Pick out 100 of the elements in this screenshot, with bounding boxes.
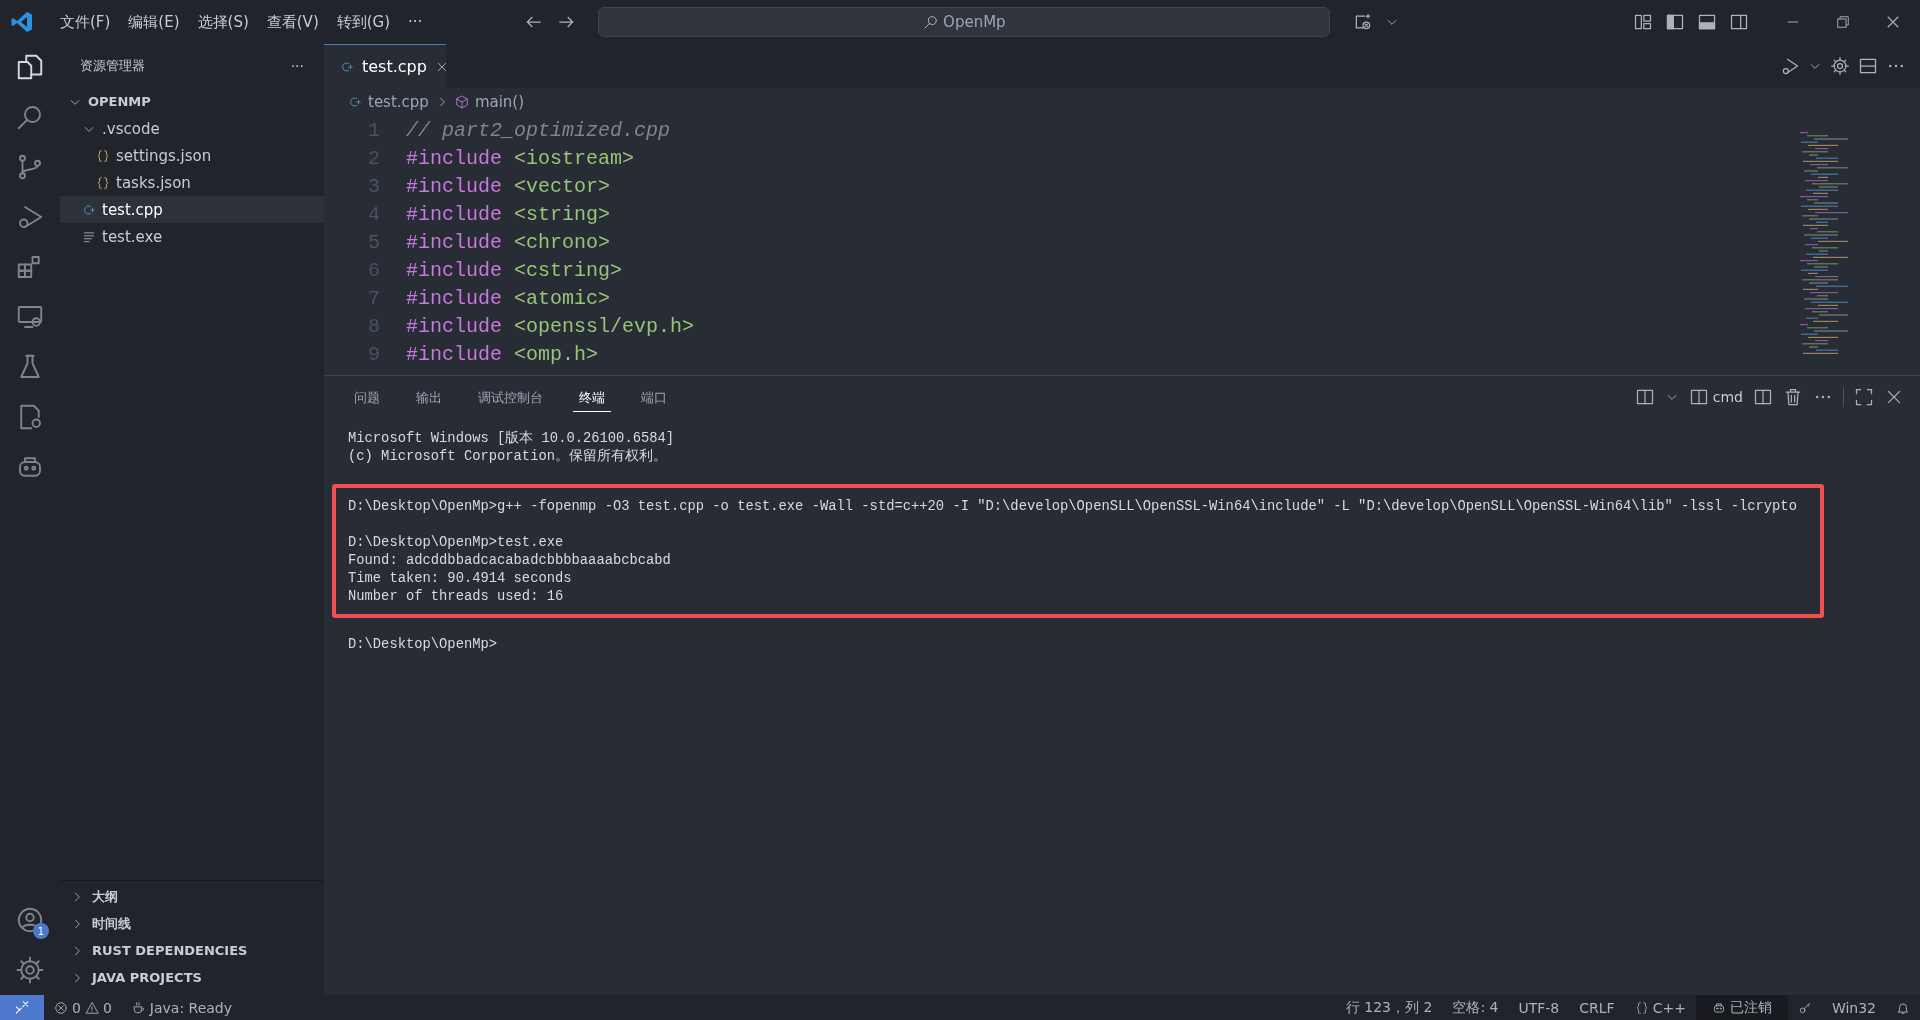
warning-icon [84,1000,99,1015]
menu-item[interactable]: 选择(S) [191,12,255,32]
toggle-panel-icon[interactable] [1697,12,1717,32]
file-item[interactable]: settings.json [60,142,324,169]
menu-item[interactable]: 查看(V) [260,12,325,32]
remote-icon[interactable] [0,995,44,1020]
file-name: test.cpp [102,200,163,219]
status-item[interactable]: UTF-8 [1508,995,1570,1020]
split-terminal-icon[interactable] [1753,387,1773,407]
status-item[interactable]: 行 123，列 2 [1335,995,1443,1020]
terminal-line: D:\Desktop\OpenMp> [348,636,498,654]
tab-label: test.cpp [362,57,427,76]
status-item[interactable]: CRLF [1569,995,1625,1020]
file-item[interactable]: test.cpp [60,196,324,223]
code-line: #include <iostream> [406,146,635,170]
folder-item[interactable]: .vscode [60,115,324,142]
terminal-line: Time taken: 90.4914 seconds [348,570,572,588]
maximize-panel-icon[interactable] [1854,387,1874,407]
settings-icon[interactable] [15,955,45,985]
menu-item[interactable]: 转到(G) [330,12,397,32]
terminal-line: D:\Desktop\OpenMp>g++ -fopenmp -O3 test.cpp -o test.exe -Wall -std=c++20 -I "D:\develop\OpenSLL\OpenSSL-Win64\include" -L "D:\develop\OpenSLL\OpenSSL-Win64\lib" -lssl -lcrypto [348,498,1797,516]
file-item[interactable]: test.exe [60,223,324,250]
cube-icon [454,95,469,109]
code-line: #include <cstring> [406,258,623,282]
collapsed-section-header[interactable]: 大纲 [60,883,324,910]
command-center-search-field[interactable]: OpenMp [598,7,1331,37]
panel-tab[interactable]: 调试控制台 [472,382,549,412]
collapsed-section-header[interactable]: JAVA PROJECTS [60,964,324,991]
braces-icon [96,175,110,190]
panel-tab[interactable]: 输出 [410,382,448,412]
terminal-line: D:\Desktop\OpenMp>test.exe [348,534,564,552]
code-line: #include <openssl/evp.h> [406,314,695,338]
terminal-name: cmd [1712,389,1743,405]
section-title: RUST DEPENDENCIES [92,943,248,958]
cpp-icon [348,95,362,109]
explorer-icon[interactable] [15,52,45,82]
file-name: settings.json [116,146,212,165]
file-name: tasks.json [116,173,191,192]
robot-icon [1711,1000,1726,1015]
warning-count: 0 [102,999,112,1016]
folder-name: OPENMP [88,94,151,109]
vscode-logo-icon[interactable] [10,10,34,34]
breadcrumb-label: test.cpp [368,93,429,111]
account-status[interactable]: 已注销 [1695,995,1788,1020]
collapsed-section-header[interactable]: 时间线 [60,910,324,937]
breadcrumb-label: main() [474,93,525,111]
notification-badge: 1 [33,923,49,939]
code-line: #include <atomic> [406,286,611,310]
section-title: 时间线 [92,914,131,933]
error-count: 0 [72,999,81,1016]
trash-icon[interactable] [1783,387,1803,407]
cpp-icon [340,59,354,74]
status-item[interactable]: 空格: 4 [1442,995,1509,1020]
terminal-line: (c) Microsoft Corporation。保留所有权利。 [348,448,667,466]
file-item[interactable]: tasks.json [60,169,324,196]
collapsed-section-header[interactable]: RUST DEPENDENCIES [60,937,324,964]
language-label: C++ [1652,999,1686,1016]
problems-status[interactable]: 0 0 [44,995,122,1020]
java-status-label: Java: Ready [149,999,233,1016]
cpp-icon [82,202,96,217]
section-title: JAVA PROJECTS [92,970,202,985]
account-icon[interactable] [15,905,45,935]
menu-item[interactable]: 文件(F) [54,12,117,32]
code-line: #include <string> [406,202,611,226]
terminal-selector[interactable]: cmd [1688,387,1743,407]
run-debug-icon[interactable] [1780,56,1800,76]
menu-item[interactable]: ··· [402,13,429,31]
explorer-title: 资源管理器 [80,57,145,75]
java-status[interactable]: Java: Ready [121,995,243,1020]
split-editor-icon[interactable] [1858,56,1878,76]
account-label: 已注销 [1729,998,1772,1017]
coffee-cup-icon [131,1000,146,1015]
panel-tab[interactable]: 问题 [348,382,386,412]
toggle-sidebar-icon[interactable] [1665,12,1685,32]
lines-icon [82,229,96,244]
braces-icon [96,148,110,163]
panel-tab[interactable]: 端口 [635,382,673,412]
folder-header[interactable]: OPENMP [60,88,324,115]
code-line: #include <chrono> [406,230,611,254]
terminal-line: Found: adcddbbadcacabadcbbbbaaaabcbcabd [348,552,671,570]
file-name: .vscode [102,119,160,138]
toggle-secondary-sidebar-icon[interactable] [1729,12,1749,32]
menu-item[interactable]: 编辑(E) [122,12,186,32]
code-line: #include <omp.h> [406,342,599,366]
panel-tab[interactable]: 终端 [573,382,611,412]
settings-icon[interactable] [1830,56,1850,76]
code-line: #include <vector> [406,174,611,198]
editor-tab[interactable]: test.cpp [324,44,446,88]
status-item[interactable]: Win32 [1821,995,1886,1020]
restore-icon[interactable] [1834,13,1852,31]
breadcrumb-item[interactable]: test.cpp [348,93,429,111]
split-layout-icon[interactable] [1634,387,1655,407]
terminal-line: Number of threads used: 16 [348,588,564,606]
language-status[interactable]: C++ [1624,995,1696,1020]
section-title: 大纲 [92,887,118,906]
search-icon [923,14,940,30]
breadcrumb-item[interactable]: main() [454,93,525,111]
more-actions-button[interactable]: ··· [290,58,304,74]
braces-icon [1634,1000,1649,1015]
layout-icon[interactable] [1633,12,1653,32]
